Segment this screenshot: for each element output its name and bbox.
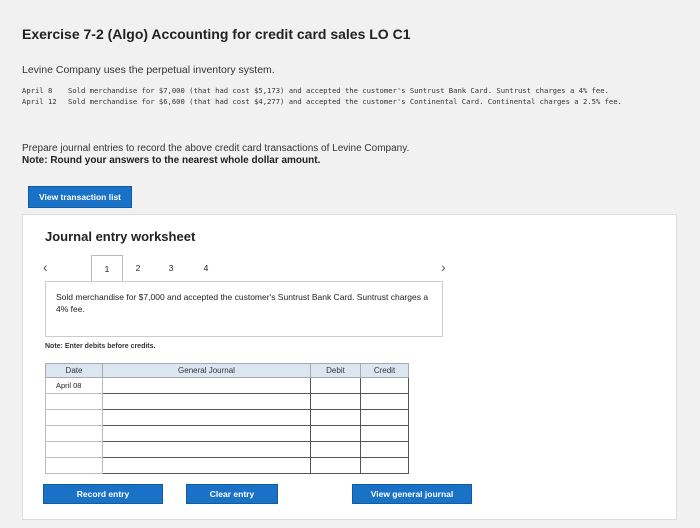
table-row — [45, 425, 409, 442]
credit-input[interactable] — [360, 441, 409, 458]
date-cell — [45, 441, 103, 458]
date-cell — [45, 457, 103, 474]
exercise-title: Exercise 7-2 (Algo) Accounting for credi… — [22, 26, 411, 42]
account-input[interactable] — [102, 425, 311, 442]
enter-debits-note: Note: Enter debits before credits. — [45, 343, 156, 350]
debit-input[interactable] — [310, 409, 361, 426]
column-header-debit: Debit — [310, 363, 361, 378]
table-row: April 08 — [45, 377, 409, 394]
page-tab-1[interactable]: 1 — [91, 255, 123, 281]
clear-entry-button[interactable]: Clear entry — [186, 484, 278, 504]
journal-table: Date General Journal Debit Credit April … — [45, 363, 409, 474]
page-tab-4[interactable]: 4 — [190, 255, 222, 281]
rounding-note: Note: Round your answers to the nearest … — [22, 155, 321, 166]
table-row — [45, 393, 409, 410]
worksheet-title: Journal entry worksheet — [45, 229, 196, 244]
transaction-list: April 8 Sold merchandise for $7,000 (tha… — [22, 86, 682, 108]
instructions: Prepare journal entries to record the ab… — [22, 143, 409, 167]
page-tab-2[interactable]: 2 — [122, 255, 154, 281]
account-input[interactable] — [102, 377, 311, 394]
account-input[interactable] — [102, 393, 311, 410]
credit-input[interactable] — [360, 377, 409, 394]
date-cell — [45, 393, 103, 410]
worksheet-pager: ‹ 1 2 3 4 — [41, 255, 461, 281]
account-input[interactable] — [102, 457, 311, 474]
column-header-general-journal: General Journal — [102, 363, 311, 378]
table-row — [45, 409, 409, 426]
transaction-item: April 12 Sold merchandise for $6,600 (th… — [22, 97, 682, 106]
date-cell — [45, 425, 103, 442]
column-header-date: Date — [45, 363, 103, 378]
debit-input[interactable] — [310, 441, 361, 458]
transaction-description: Sold merchandise for $7,000 and accepted… — [45, 281, 443, 337]
page-tab-3[interactable]: 3 — [155, 255, 187, 281]
credit-input[interactable] — [360, 425, 409, 442]
account-input[interactable] — [102, 409, 311, 426]
transaction-text: Sold merchandise for $7,000 (that had co… — [68, 86, 609, 95]
prompt-text: Prepare journal entries to record the ab… — [22, 143, 410, 154]
debit-input[interactable] — [310, 457, 361, 474]
column-header-credit: Credit — [360, 363, 409, 378]
transaction-text: Sold merchandise for $6,600 (that had co… — [68, 97, 622, 106]
date-cell: April 08 — [45, 377, 103, 394]
intro-text: Levine Company uses the perpetual invent… — [22, 64, 275, 76]
credit-input[interactable] — [360, 409, 409, 426]
record-entry-button[interactable]: Record entry — [43, 484, 163, 504]
table-row — [45, 457, 409, 474]
transaction-item: April 8 Sold merchandise for $7,000 (tha… — [22, 86, 682, 95]
credit-input[interactable] — [360, 393, 409, 410]
view-transaction-list-button[interactable]: View transaction list — [28, 186, 132, 208]
table-row — [45, 441, 409, 458]
credit-input[interactable] — [360, 457, 409, 474]
transaction-date: April 8 — [22, 86, 53, 95]
account-input[interactable] — [102, 441, 311, 458]
debit-input[interactable] — [310, 425, 361, 442]
chevron-left-icon[interactable]: ‹ — [43, 259, 48, 275]
date-cell — [45, 409, 103, 426]
chevron-right-icon[interactable]: › — [441, 259, 446, 275]
view-general-journal-button[interactable]: View general journal — [352, 484, 472, 504]
debit-input[interactable] — [310, 393, 361, 410]
debit-input[interactable] — [310, 377, 361, 394]
journal-entry-worksheet: Journal entry worksheet ‹ 1 2 3 4 › Sold… — [22, 214, 677, 520]
transaction-date: April 12 — [22, 97, 57, 106]
